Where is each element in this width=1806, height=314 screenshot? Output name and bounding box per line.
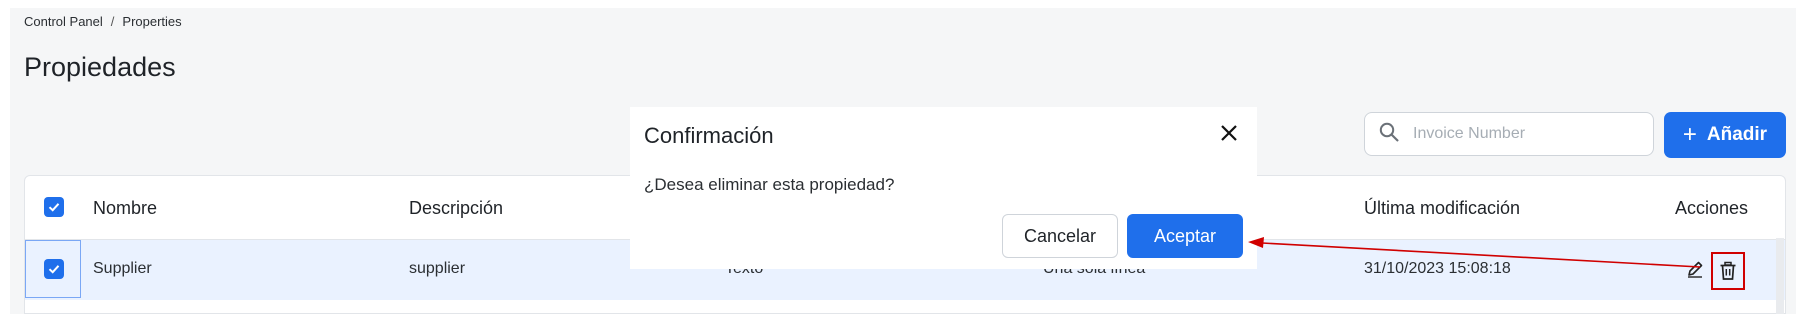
accept-button[interactable]: Aceptar	[1127, 214, 1243, 258]
delete-button[interactable]	[1711, 252, 1745, 290]
select-all-checkbox[interactable]	[44, 197, 64, 217]
search-icon	[1379, 122, 1399, 147]
search-input[interactable]	[1411, 124, 1645, 144]
row-checkbox[interactable]	[44, 259, 64, 279]
column-header-actions: Acciones	[1675, 198, 1749, 218]
dialog-title: Confirmación	[644, 123, 774, 148]
breadcrumb: Control Panel / Properties	[24, 14, 182, 29]
trash-icon	[1720, 261, 1736, 280]
page-title: Propiedades	[24, 52, 176, 82]
breadcrumb-current: Properties	[122, 14, 182, 29]
edit-icon[interactable]	[1685, 259, 1705, 284]
column-header-last-modified[interactable]: Última modificación	[1364, 198, 1520, 219]
cancel-button[interactable]: Cancelar	[1002, 214, 1118, 258]
check-icon	[48, 265, 60, 274]
cell-description: supplier	[409, 260, 466, 277]
cell-last-modified: 31/10/2023 15:08:18	[1364, 260, 1511, 277]
check-icon	[48, 203, 60, 212]
vertical-scrollbar[interactable]	[1776, 238, 1784, 314]
add-button[interactable]: + Añadir	[1664, 112, 1786, 158]
add-button-label: Añadir	[1706, 124, 1768, 145]
column-header-description[interactable]: Descripción	[409, 198, 503, 219]
cell-name: Supplier	[93, 260, 152, 277]
dialog-message: ¿Desea eliminar esta propiedad?	[644, 175, 895, 194]
close-button[interactable]	[1217, 121, 1241, 145]
breadcrumb-root[interactable]: Control Panel	[24, 14, 103, 29]
plus-icon: +	[1682, 121, 1697, 148]
breadcrumb-separator: /	[110, 14, 115, 29]
close-icon	[1221, 125, 1237, 141]
column-header-name[interactable]: Nombre	[93, 198, 157, 219]
search-box[interactable]	[1364, 112, 1654, 156]
confirmation-dialog: Confirmación ¿Desea eliminar esta propie…	[630, 107, 1257, 269]
